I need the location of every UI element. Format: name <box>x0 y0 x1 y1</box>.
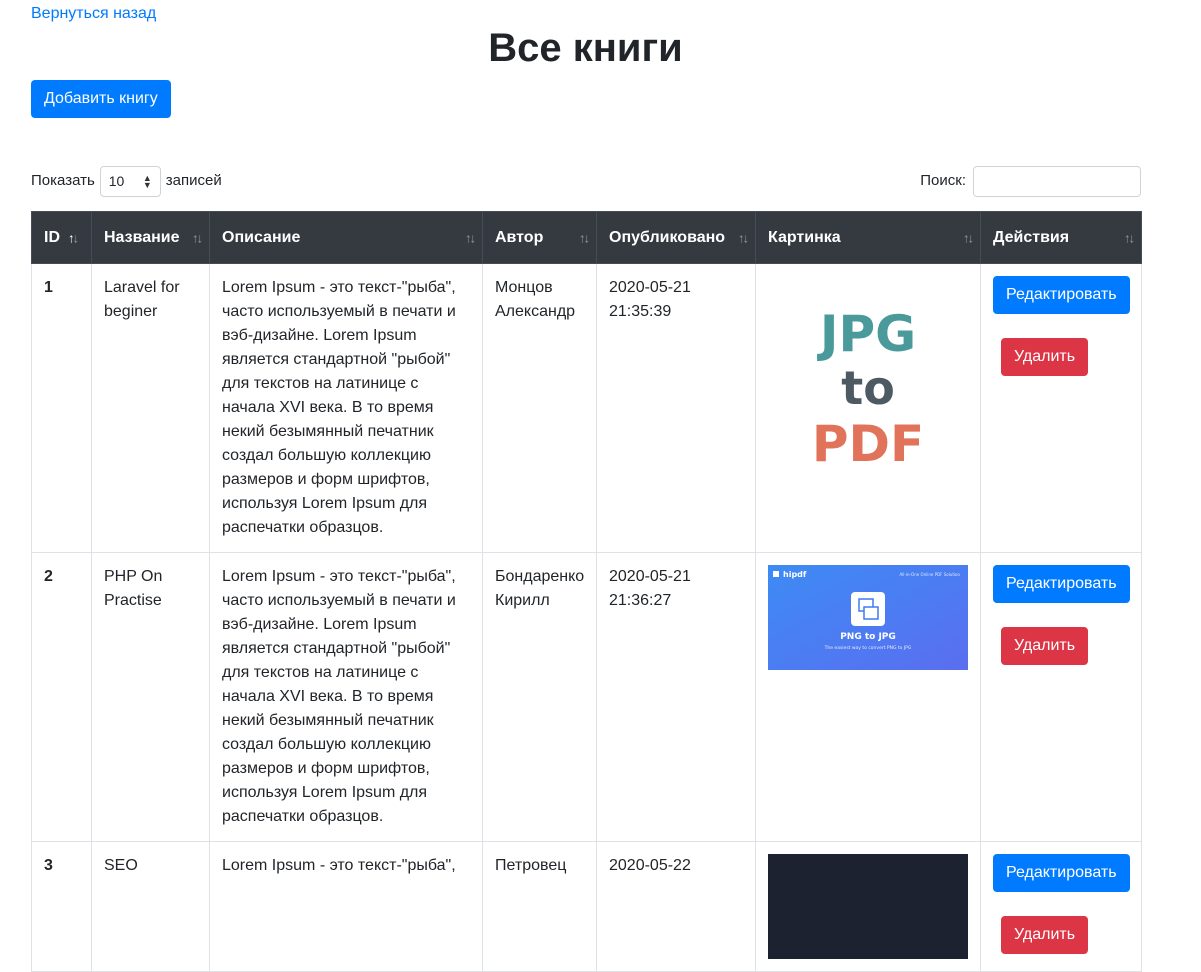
book-published: 2020-05-21 21:35:39 <box>596 263 756 553</box>
search-label: Поиск: <box>920 172 966 190</box>
book-image <box>768 854 968 959</box>
sort-icon: ↑↓ <box>738 229 749 245</box>
select-arrows-icon: ▲ ▼ <box>142 172 152 190</box>
book-description: Lorem Ipsum - это текст-"рыба", часто ис… <box>209 552 483 842</box>
book-author: Петровец <box>482 841 597 972</box>
sort-icon: ↑↓ <box>963 229 974 245</box>
show-label: Показать <box>31 172 95 190</box>
book-actions: Редактировать Удалить <box>980 552 1142 842</box>
column-header-image[interactable]: Картинка ↑↓ <box>755 211 981 264</box>
book-id: 2 <box>31 552 92 842</box>
book-published: 2020-05-22 <box>596 841 756 972</box>
search-filter: Поиск: <box>920 166 1141 197</box>
svg-text:PDF: PDF <box>812 415 924 473</box>
png-to-jpg-image: hipdf All-in-One Online PDF Solution PNG… <box>768 565 968 670</box>
delete-button[interactable]: Удалить <box>1001 916 1089 954</box>
page: Вернуться назад Все книги Добавить книгу… <box>0 0 1201 972</box>
page-size-select[interactable]: 10 ▲ ▼ <box>99 166 161 197</box>
svg-text:hipdf: hipdf <box>783 570 807 579</box>
book-id: 1 <box>31 263 92 553</box>
sort-icon: ↑↓ <box>465 229 476 245</box>
column-header-published[interactable]: Опубликовано ↑↓ <box>596 211 756 264</box>
column-header-id[interactable]: ID ↑↓ <box>31 211 92 264</box>
book-actions: Редактировать Удалить <box>980 841 1142 972</box>
search-input[interactable] <box>973 166 1141 197</box>
delete-button[interactable]: Удалить <box>1001 627 1089 665</box>
book-id: 3 <box>31 841 92 972</box>
column-header-author[interactable]: Автор ↑↓ <box>482 211 597 264</box>
book-author: Монцов Александр <box>482 263 597 553</box>
svg-text:to: to <box>841 361 895 415</box>
sort-icon: ↑↓ <box>579 229 590 245</box>
back-link[interactable]: Вернуться назад <box>31 2 156 26</box>
svg-text:All-in-One Online PDF Solution: All-in-One Online PDF Solution <box>899 572 960 577</box>
sort-icon: ↑↓ <box>1124 229 1135 245</box>
book-actions: Редактировать Удалить <box>980 263 1142 553</box>
svg-text:JPG: JPG <box>817 305 916 363</box>
add-book-button[interactable]: Добавить книгу <box>31 80 171 118</box>
book-description: Lorem Ipsum - это текст-"рыба", часто ис… <box>209 263 483 553</box>
column-header-title[interactable]: Название ↑↓ <box>91 211 210 264</box>
column-header-actions[interactable]: Действия ↑↓ <box>980 211 1142 264</box>
page-title: Все книги <box>488 26 683 70</box>
book-title: Laravel for beginer <box>91 263 210 553</box>
book-description: Lorem Ipsum - это текст-"рыба", <box>209 841 483 972</box>
books-table: ID ↑↓ Название ↑↓ Описание ↑↓ Автор ↑↓ Опубл… <box>31 211 1142 972</box>
svg-text:PNG to JPG: PNG to JPG <box>840 632 896 642</box>
page-length-control: Показать 10 ▲ ▼ записей <box>31 166 222 197</box>
edit-button[interactable]: Редактировать <box>993 854 1130 892</box>
sort-icon: ↑↓ <box>192 229 203 245</box>
table-header-row: ID ↑↓ Название ↑↓ Описание ↑↓ Автор ↑↓ Опубл… <box>31 211 1142 264</box>
sort-asc-icon: ↑↓ <box>68 229 79 245</box>
book-image-cell <box>755 841 981 972</box>
book-title: SEO <box>91 841 210 972</box>
delete-button[interactable]: Удалить <box>1001 338 1089 376</box>
page-size-value: 10 <box>108 173 125 189</box>
table-row: 3 SEO Lorem Ipsum - это текст-"рыба", Пе… <box>31 841 1142 972</box>
column-header-description[interactable]: Описание ↑↓ <box>209 211 483 264</box>
jpg-to-pdf-image: JPG to PDF <box>812 305 924 473</box>
book-title: PHP On Practise <box>91 552 210 842</box>
book-image-cell: JPG to PDF <box>755 263 981 553</box>
entries-label: записей <box>165 172 222 190</box>
book-author: Бондаренко Кирилл <box>482 552 597 842</box>
edit-button[interactable]: Редактировать <box>993 276 1130 314</box>
book-image-cell: hipdf All-in-One Online PDF Solution PNG… <box>755 552 981 842</box>
book-published: 2020-05-21 21:36:27 <box>596 552 756 842</box>
table-row: 1 Laravel for beginer Lorem Ipsum - это … <box>31 263 1142 553</box>
edit-button[interactable]: Редактировать <box>993 565 1130 603</box>
table-row: 2 PHP On Practise Lorem Ipsum - это текс… <box>31 552 1142 842</box>
svg-text:The easiest way to convert PNG: The easiest way to convert PNG to JPG <box>824 645 912 651</box>
